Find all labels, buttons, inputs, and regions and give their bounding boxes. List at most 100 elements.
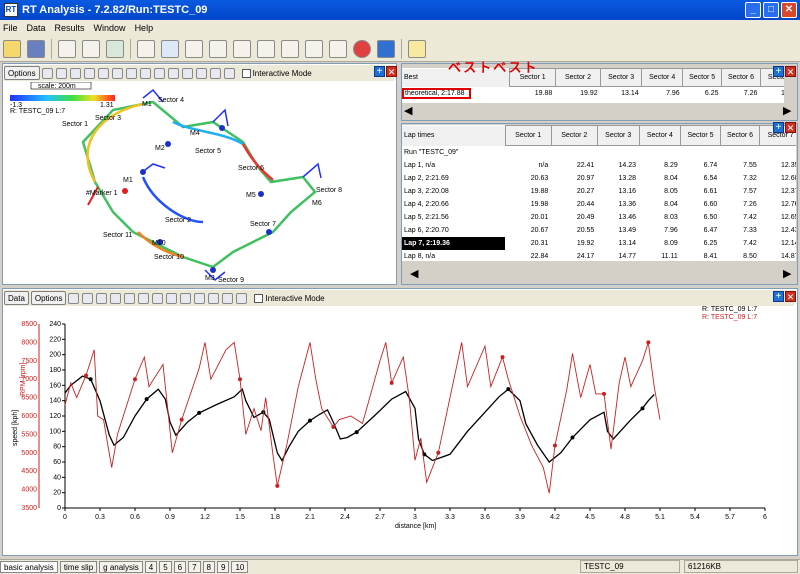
save-icon[interactable] <box>27 39 45 58</box>
pan-right-icon[interactable] <box>166 292 178 304</box>
rotate-back-icon[interactable] <box>111 67 123 79</box>
zoom-reset-icon[interactable] <box>110 292 122 304</box>
lap-row[interactable]: Lap 3, 2:20.08 19.88 20.27 13.16 8.05 6.61 7.5… <box>402 185 796 198</box>
lap-scroll-right-icon[interactable]: ▶ <box>783 267 791 280</box>
grid-icon[interactable] <box>281 39 299 58</box>
tab-9[interactable]: 9 <box>217 561 230 573</box>
zoom-out-icon[interactable] <box>96 292 108 304</box>
minimize-button[interactable]: _ <box>745 2 761 18</box>
pan-down-icon[interactable] <box>153 67 165 79</box>
x-zoom-out-icon[interactable] <box>194 292 206 304</box>
close-button[interactable]: ✕ <box>781 2 797 18</box>
lap-row[interactable]: Lap 1, n/a n/a 22.41 14.23 8.29 6.74 7.55 12.35 <box>402 159 796 172</box>
menu-results[interactable]: Results <box>55 23 85 33</box>
best-scroll-right-icon[interactable]: ▶ <box>783 104 791 117</box>
lap-row[interactable]: Run "TESTC_09" <box>402 146 796 159</box>
menu-window[interactable]: Window <box>94 23 126 33</box>
zoom-in-icon[interactable] <box>82 292 94 304</box>
tab-8[interactable]: 8 <box>202 561 215 573</box>
data-point-speed <box>506 387 511 392</box>
refresh-icon[interactable] <box>236 292 248 304</box>
tab-6[interactable]: 6 <box>173 561 187 573</box>
help-icon[interactable] <box>408 39 426 58</box>
graph-icon[interactable] <box>161 39 179 58</box>
zoom-in-icon[interactable] <box>69 67 81 79</box>
title-bar: RT RT Analysis - 7.2.82/Run:TESTC_09 _ □… <box>0 0 800 20</box>
pan-right-icon[interactable] <box>167 67 179 79</box>
tab-basic-analysis[interactable]: basic analysis <box>0 561 58 573</box>
image-icon[interactable] <box>257 39 275 58</box>
tab-4[interactable]: 4 <box>144 561 158 573</box>
video-icon[interactable] <box>329 39 347 58</box>
map-interactive-label: Interactive Mode <box>252 68 312 78</box>
data-icon[interactable] <box>106 39 124 58</box>
document-icon[interactable] <box>82 39 100 58</box>
lap-row[interactable]: Lap 2, 2:21.69 20.63 20.97 13.28 8.04 6.54 7.3… <box>402 172 796 185</box>
tab-5[interactable]: 5 <box>159 561 172 573</box>
map-close-button[interactable]: ✕ <box>386 66 397 77</box>
record-icon[interactable] <box>353 39 371 58</box>
y-zoom-out-icon[interactable] <box>222 292 234 304</box>
zoom-window-icon[interactable] <box>68 292 80 304</box>
lap-row[interactable]: Lap 8, n/a 22.84 24.17 14.77 11.11 8.41 8.50 14… <box>402 250 796 262</box>
menu-data[interactable]: Data <box>27 23 46 33</box>
hand-icon[interactable] <box>181 67 193 79</box>
lap-row-label: Lap 8, n/a <box>404 252 436 260</box>
x-zoom-in-icon[interactable] <box>180 292 192 304</box>
map-label: M10 <box>152 240 166 247</box>
best-close-button[interactable]: ✕ <box>785 66 796 77</box>
y-zoom-in-icon[interactable] <box>208 292 220 304</box>
checkered-flag-icon[interactable] <box>233 39 251 58</box>
pan-up-icon[interactable] <box>124 292 136 304</box>
best-row-label[interactable]: theoretical, 2:17.88 <box>402 88 471 99</box>
lap-row[interactable]: Lap 5, 2:21.56 20.01 20.49 13.46 8.03 6.50 7.4… <box>402 211 796 224</box>
y2-axis-label: RPM [rpm] <box>20 363 27 397</box>
pan-left-icon[interactable] <box>125 67 137 79</box>
tab-time-slip[interactable]: time slip <box>59 561 98 573</box>
best-scroll-left-icon[interactable]: ◀ <box>404 104 412 117</box>
tab-10[interactable]: 10 <box>231 561 249 573</box>
map-interactive-checkbox[interactable] <box>241 68 251 78</box>
lap-scroll-left-icon[interactable]: ◀ <box>410 267 418 280</box>
lap-add-button[interactable]: + <box>773 122 784 133</box>
menu-file[interactable]: File <box>3 23 18 33</box>
tab-g-analysis[interactable]: g analysis <box>99 561 143 573</box>
clipboard-icon[interactable] <box>58 39 76 58</box>
chart-icon[interactable] <box>305 39 323 58</box>
map-add-button[interactable]: + <box>374 66 385 77</box>
lap-row[interactable]: Lap 6, 2:20.70 20.67 20.55 13.49 7.96 6.47 7.3… <box>402 224 796 237</box>
graph-data-button[interactable]: Data <box>4 291 29 305</box>
map-options-button[interactable]: Options <box>4 66 40 80</box>
bar-chart-icon[interactable] <box>185 39 203 58</box>
marker-add-icon[interactable] <box>195 67 207 79</box>
lap-cell: 7.42 <box>743 239 757 247</box>
graph-interactive-checkbox[interactable] <box>254 293 264 303</box>
marker-remove-icon[interactable] <box>209 67 221 79</box>
lap-cell: 8.29 <box>664 161 678 169</box>
menu-help[interactable]: Help <box>135 23 154 33</box>
graph-close-button[interactable]: ✕ <box>785 291 796 302</box>
graph-options-button[interactable]: Options <box>30 291 67 305</box>
lap-row-label: Lap 1, n/a <box>404 161 436 169</box>
curve-icon[interactable] <box>137 39 155 58</box>
pan-up-icon[interactable] <box>139 67 151 79</box>
fit-icon[interactable] <box>55 67 67 79</box>
stopwatch-icon[interactable] <box>209 39 227 58</box>
graph-add-button[interactable]: + <box>773 291 784 302</box>
open-icon[interactable] <box>3 39 21 58</box>
tab-7[interactable]: 7 <box>188 561 201 573</box>
pan-left-icon[interactable] <box>152 292 164 304</box>
lap-row[interactable]: Lap 7, 2:19.36 20.31 19.92 13.14 8.09 6.25 7.4… <box>402 236 796 250</box>
lap-cell: 12.68 <box>780 174 796 182</box>
pan-down-icon[interactable] <box>138 292 150 304</box>
play-icon[interactable] <box>377 39 395 58</box>
best-add-button[interactable]: + <box>773 66 784 77</box>
lap-cell: 8.04 <box>664 174 678 182</box>
rotate-icon[interactable] <box>97 67 109 79</box>
lap-close-button[interactable]: ✕ <box>785 122 796 133</box>
lap-row[interactable]: Lap 4, 2:20.66 19.98 20.44 13.36 8.04 6.60 7.2… <box>402 198 796 211</box>
zoom-out-icon[interactable] <box>83 67 95 79</box>
marker-edit-icon[interactable] <box>223 67 235 79</box>
zoom-window-icon[interactable] <box>41 67 53 79</box>
maximize-button[interactable]: □ <box>763 2 779 18</box>
